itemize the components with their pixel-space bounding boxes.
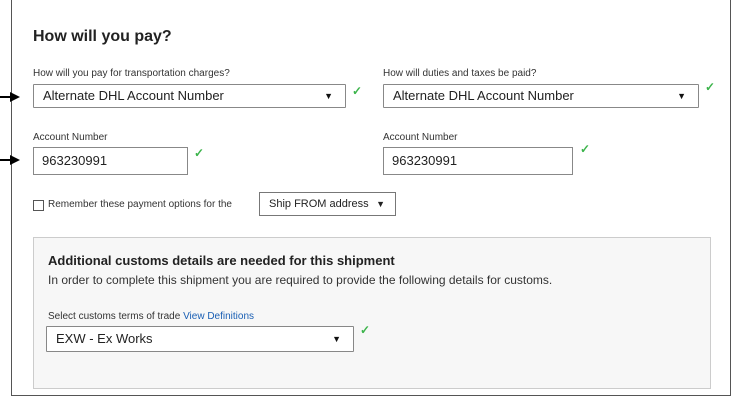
duties-account-label: Account Number — [383, 132, 458, 143]
chevron-down-icon: ▼ — [324, 91, 333, 101]
transport-payment-value: Alternate DHL Account Number — [43, 88, 224, 103]
checkmark-icon: ✓ — [352, 84, 363, 98]
customs-terms-select[interactable]: EXW - Ex Works ▼ — [46, 326, 354, 352]
remember-label: Remember these payment options for the — [48, 199, 232, 210]
view-definitions-link[interactable]: View Definitions — [183, 311, 254, 322]
duties-account-input[interactable]: 963230991 — [383, 147, 573, 175]
duties-payment-select[interactable]: Alternate DHL Account Number ▼ — [383, 84, 699, 108]
duties-payment-label: How will duties and taxes be paid? — [383, 68, 537, 79]
transport-account-input[interactable]: 963230991 — [33, 147, 188, 175]
checkmark-icon: ✓ — [705, 80, 716, 94]
chevron-down-icon: ▼ — [677, 91, 686, 101]
customs-terms-label: Select customs terms of trade — [48, 311, 181, 322]
remember-checkbox[interactable] — [33, 200, 44, 211]
customs-title: Additional customs details are needed fo… — [48, 253, 395, 268]
transport-payment-select[interactable]: Alternate DHL Account Number ▼ — [33, 84, 346, 108]
chevron-down-icon: ▼ — [376, 199, 385, 209]
checkmark-icon: ✓ — [580, 142, 591, 156]
ship-from-select[interactable]: Ship FROM address ▼ — [259, 192, 396, 216]
arrow-pointer-icon — [0, 92, 20, 102]
ship-from-value: Ship FROM address — [269, 198, 369, 210]
arrow-pointer-icon — [0, 155, 20, 165]
transport-payment-label: How will you pay for transportation char… — [33, 68, 230, 79]
transport-account-label: Account Number — [33, 132, 108, 143]
checkmark-icon: ✓ — [360, 323, 371, 337]
customs-terms-label-row: Select customs terms of trade View Defin… — [48, 311, 254, 322]
page-title: How will you pay? — [33, 28, 172, 45]
chevron-down-icon: ▼ — [332, 334, 341, 344]
checkmark-icon: ✓ — [194, 146, 205, 160]
duties-payment-value: Alternate DHL Account Number — [393, 88, 574, 103]
customs-description: In order to complete this shipment you a… — [48, 273, 553, 287]
customs-terms-value: EXW - Ex Works — [56, 331, 153, 346]
